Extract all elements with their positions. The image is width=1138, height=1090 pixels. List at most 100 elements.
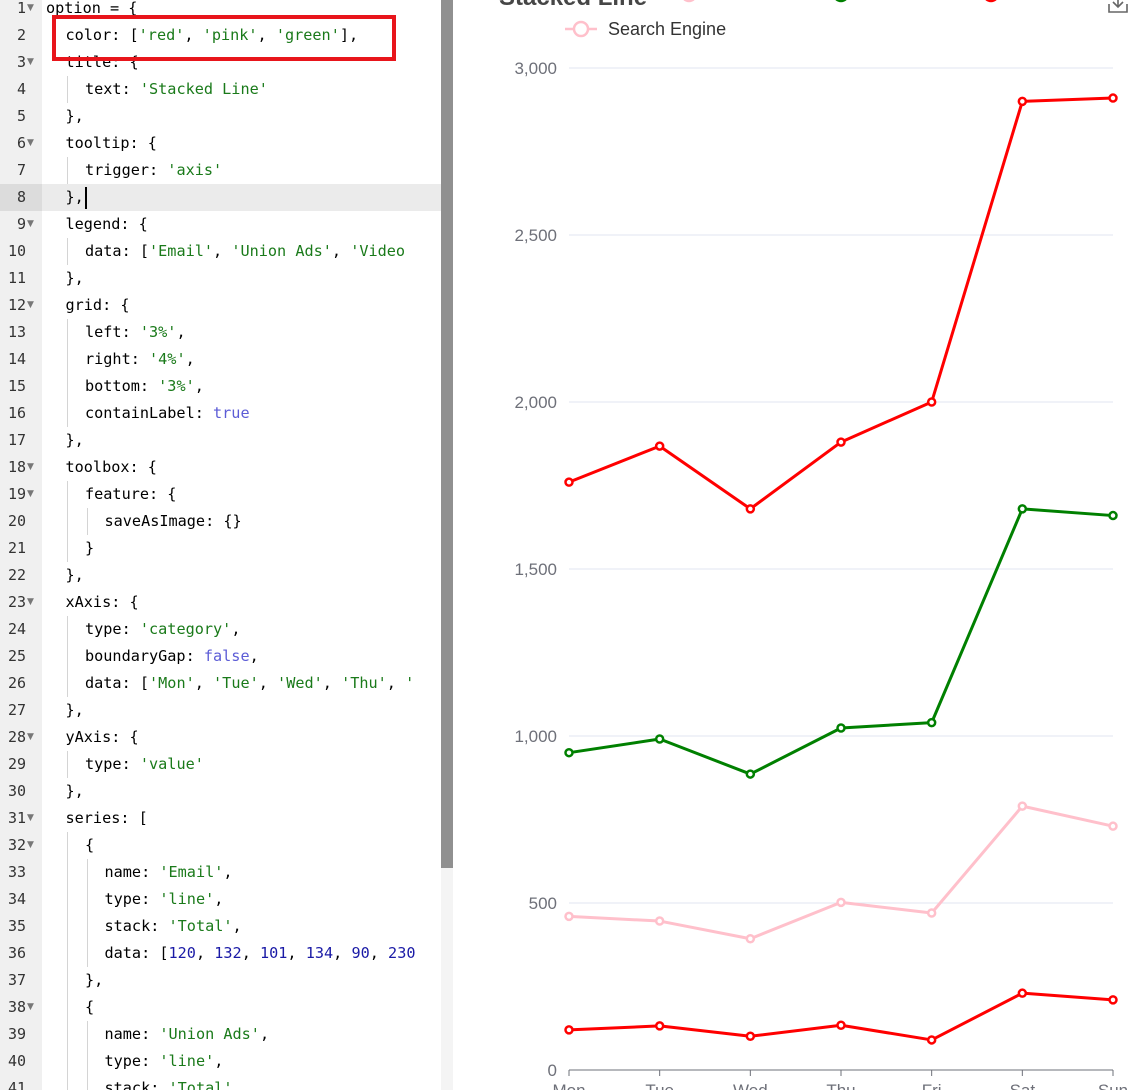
code-line[interactable]: 38 ▼ { (0, 994, 441, 1021)
code-text[interactable]: bottom: '3%', (85, 373, 204, 400)
code-text[interactable]: data: ['Mon', 'Tue', 'Wed', 'Thu', ' (85, 670, 414, 697)
code-line[interactable]: 7 trigger: 'axis' (0, 157, 441, 184)
code-text[interactable]: stack: 'Total', (105, 1075, 242, 1090)
fold-toggle-icon[interactable]: ▼ (27, 0, 34, 22)
code-line[interactable]: 15 bottom: '3%', (0, 373, 441, 400)
fold-toggle-icon[interactable]: ▼ (27, 49, 34, 76)
code-text[interactable]: { (85, 994, 94, 1021)
line-number: 33 (7, 863, 26, 881)
code-text[interactable]: type: 'line', (105, 1048, 224, 1075)
code-text[interactable]: type: 'value' (85, 751, 204, 778)
code-line[interactable]: 12 ▼ grid: { (0, 292, 441, 319)
code-text[interactable]: xAxis: { (66, 589, 139, 616)
editor-scrollbar[interactable] (441, 0, 453, 1090)
code-line[interactable]: 4 text: 'Stacked Line' (0, 76, 441, 103)
code-text[interactable]: }, (85, 967, 103, 994)
code-line[interactable]: 31 ▼ series: [ (0, 805, 441, 832)
code-line[interactable]: 13 left: '3%', (0, 319, 441, 346)
code-line[interactable]: 21} (0, 535, 441, 562)
editor-scrollbar-thumb[interactable] (441, 0, 453, 868)
code-line[interactable]: 5}, (0, 103, 441, 130)
code-line[interactable]: 29 type: 'value' (0, 751, 441, 778)
code-text[interactable]: series: [ (66, 805, 148, 832)
code-token: data: [ (85, 674, 150, 692)
fold-toggle-icon[interactable]: ▼ (27, 724, 34, 751)
code-line[interactable]: 22}, (0, 562, 441, 589)
code-text[interactable]: }, (66, 562, 84, 589)
code-text[interactable]: data: ['Email', 'Union Ads', 'Video (85, 238, 405, 265)
code-editor[interactable]: 1 ▼ option = {2 color: ['red', 'pink', 'gre… (0, 0, 453, 1090)
fold-toggle-icon[interactable]: ▼ (27, 805, 34, 832)
code-line[interactable]: 19 ▼ feature: { (0, 481, 441, 508)
code-line[interactable]: 35 stack: 'Total', (0, 913, 441, 940)
code-text[interactable]: }, (66, 265, 84, 292)
code-token: , (195, 944, 215, 962)
fold-toggle-icon[interactable]: ▼ (27, 589, 34, 616)
code-text[interactable]: feature: { (85, 481, 176, 508)
code-text[interactable]: type: 'line', (105, 886, 224, 913)
code-text[interactable]: }, (66, 778, 84, 805)
fold-toggle-icon[interactable]: ▼ (27, 292, 34, 319)
code-text[interactable]: saveAsImage: {} (105, 508, 242, 535)
code-text[interactable]: tooltip: { (66, 130, 157, 157)
fold-toggle-icon[interactable]: ▼ (27, 832, 34, 859)
code-text[interactable]: name: 'Union Ads', (105, 1021, 270, 1048)
code-line[interactable]: 30}, (0, 778, 441, 805)
code-line[interactable]: 36 data: [120, 132, 101, 134, 90, 230 (0, 940, 441, 967)
code-text[interactable]: right: '4%', (85, 346, 195, 373)
code-token: }, (65, 782, 84, 800)
fold-toggle-icon[interactable]: ▼ (27, 994, 34, 1021)
code-text[interactable]: type: 'category', (85, 616, 240, 643)
code-text[interactable]: data: [120, 132, 101, 134, 90, 230 (105, 940, 416, 967)
code-line[interactable]: 8}, (0, 184, 441, 211)
fold-toggle-icon[interactable]: ▼ (27, 481, 34, 508)
code-line[interactable]: 28 ▼ yAxis: { (0, 724, 441, 751)
code-text[interactable]: name: 'Email', (105, 859, 233, 886)
code-line[interactable]: 14 right: '4%', (0, 346, 441, 373)
fold-toggle-icon[interactable]: ▼ (27, 211, 34, 238)
code-line[interactable]: 9 ▼ legend: { (0, 211, 441, 238)
code-text[interactable]: }, (66, 184, 87, 211)
fold-toggle-icon[interactable]: ▼ (27, 454, 34, 481)
code-text[interactable]: toolbox: { (66, 454, 157, 481)
code-text[interactable]: trigger: 'axis' (85, 157, 222, 184)
code-line[interactable]: 16 containLabel: true (0, 400, 441, 427)
code-text[interactable]: } (85, 535, 94, 562)
fold-toggle-icon[interactable]: ▼ (27, 130, 34, 157)
code-token: 'Union Ads' (231, 242, 332, 260)
code-text[interactable]: text: 'Stacked Line' (85, 76, 268, 103)
code-lines[interactable]: 1 ▼ option = {2 color: ['red', 'pink', 'gre… (0, 0, 441, 1090)
code-line[interactable]: 37}, (0, 967, 441, 994)
code-line[interactable]: 18 ▼ toolbox: { (0, 454, 441, 481)
code-line[interactable]: 17}, (0, 427, 441, 454)
code-line[interactable]: 23 ▼ xAxis: { (0, 589, 441, 616)
code-line[interactable]: 10 data: ['Email', 'Union Ads', 'Video (0, 238, 441, 265)
code-text[interactable]: stack: 'Total', (105, 913, 242, 940)
code-line[interactable]: 32 ▼ { (0, 832, 441, 859)
code-text[interactable]: yAxis: { (66, 724, 139, 751)
code-line[interactable]: 24 type: 'category', (0, 616, 441, 643)
code-text[interactable]: boundaryGap: false, (85, 643, 259, 670)
code-line[interactable]: 33 name: 'Email', (0, 859, 441, 886)
code-text[interactable]: }, (66, 427, 84, 454)
code-line[interactable]: 20 saveAsImage: {} (0, 508, 441, 535)
code-line[interactable]: 26 data: ['Mon', 'Tue', 'Wed', 'Thu', ' (0, 670, 441, 697)
code-line[interactable]: 40 type: 'line', (0, 1048, 441, 1075)
code-line[interactable]: 39 name: 'Union Ads', (0, 1021, 441, 1048)
code-line[interactable]: 25 boundaryGap: false, (0, 643, 441, 670)
code-line[interactable]: 6 ▼ tooltip: { (0, 130, 441, 157)
line-number: 31 (7, 809, 26, 827)
code-token: tooltip: { (65, 134, 157, 152)
save-as-image-icon[interactable] (1108, 0, 1128, 13)
code-text[interactable]: left: '3%', (85, 319, 186, 346)
code-line[interactable]: 27}, (0, 697, 441, 724)
code-text[interactable]: grid: { (66, 292, 130, 319)
code-line[interactable]: 34 type: 'line', (0, 886, 441, 913)
code-text[interactable]: }, (66, 103, 84, 130)
code-line[interactable]: 41 stack: 'Total', (0, 1075, 441, 1090)
code-text[interactable]: legend: { (66, 211, 148, 238)
code-text[interactable]: containLabel: true (85, 400, 250, 427)
code-text[interactable]: { (85, 832, 94, 859)
code-text[interactable]: }, (66, 697, 84, 724)
code-line[interactable]: 11}, (0, 265, 441, 292)
